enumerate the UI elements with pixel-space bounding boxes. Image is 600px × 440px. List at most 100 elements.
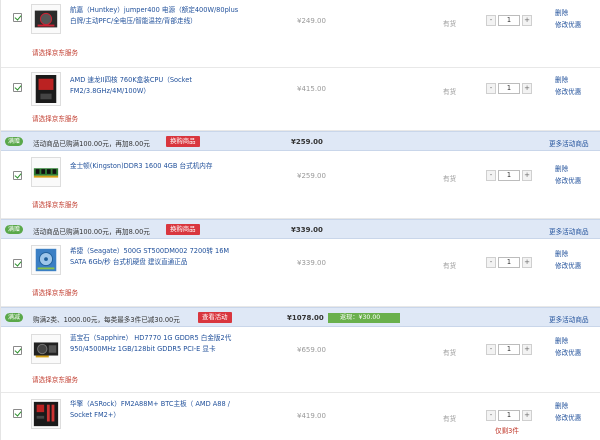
delete-link[interactable]: 删除	[555, 400, 595, 412]
item-checkbox[interactable]	[13, 346, 22, 355]
cpu-box-icon[interactable]	[31, 72, 61, 106]
quantity-stepper: - 1 +	[486, 83, 532, 94]
quantity-minus-button[interactable]: -	[486, 410, 496, 421]
delete-link[interactable]: 删除	[555, 7, 595, 19]
item-price: ¥419.00	[297, 412, 326, 420]
edit-discount-link[interactable]: 修改优惠	[555, 175, 595, 187]
delete-link[interactable]: 删除	[555, 248, 595, 260]
item-price: ¥259.00	[297, 172, 326, 180]
stock-status: 有货	[443, 88, 457, 96]
item-checkbox[interactable]	[13, 13, 22, 22]
motherboard-icon[interactable]	[31, 399, 61, 429]
delete-link[interactable]: 删除	[555, 335, 595, 347]
item-name[interactable]: AMD 速龙II四核 760K盒装CPU（Socket FM2/3.8GHz/4…	[70, 75, 242, 97]
item-checkbox[interactable]	[13, 83, 22, 92]
delete-link[interactable]: 删除	[555, 74, 595, 86]
promotion-bar: 满赠 活动商品已购满100.00元，再加8.00元 换购商品 ¥339.00 更…	[1, 219, 600, 239]
quantity-input[interactable]: 1	[498, 83, 520, 94]
promo-text: 活动商品已购满100.00元，再加8.00元	[33, 228, 150, 236]
item-name[interactable]: 希捷（Seagate）500G ST500DM002 7200转 16M SAT…	[70, 246, 242, 268]
stock-status: 有货	[443, 349, 457, 357]
jd-service-link[interactable]: 请选择京东服务	[32, 199, 78, 209]
jd-service-link[interactable]: 请选择京东服务	[32, 47, 78, 57]
quantity-input[interactable]: 1	[498, 410, 520, 421]
promo-tag: 满减	[5, 313, 24, 322]
quantity-plus-button[interactable]: +	[522, 257, 532, 268]
edit-discount-link[interactable]: 修改优惠	[555, 260, 595, 272]
quantity-plus-button[interactable]: +	[522, 15, 532, 26]
cart-item-hard-drive: 希捷（Seagate）500G ST500DM002 7200转 16M SAT…	[1, 239, 600, 307]
quantity-input[interactable]: 1	[498, 15, 520, 26]
item-checkbox[interactable]	[13, 171, 22, 180]
edit-discount-link[interactable]: 修改优惠	[555, 347, 595, 359]
quantity-plus-button[interactable]: +	[522, 410, 532, 421]
quantity-minus-button[interactable]: -	[486, 344, 496, 355]
quantity-stepper: - 1 +	[486, 15, 532, 26]
view-activity-button[interactable]: 查看活动	[198, 312, 232, 323]
item-name[interactable]: 航嘉（Huntkey）jumper400 电源（额定400W/80plus白牌/…	[70, 5, 242, 27]
item-actions: 删除 修改优惠	[555, 248, 595, 272]
promotion-bar: 满赠 活动商品已购满100.00元，再加8.00元 换购商品 ¥259.00 更…	[1, 131, 600, 151]
item-actions: 删除 修改优惠	[555, 7, 595, 31]
quantity-stepper: - 1 +	[486, 344, 532, 355]
hard-drive-icon[interactable]	[31, 245, 61, 275]
cart-item-memory: 金士顿(Kingston)DDR3 1600 4GB 台式机内存 请选择京东服务…	[1, 151, 600, 219]
quantity-input[interactable]: 1	[498, 170, 520, 181]
jd-service-link[interactable]: 请选择京东服务	[32, 113, 78, 123]
power-supply-icon[interactable]	[31, 4, 61, 34]
item-price: ¥249.00	[297, 17, 326, 25]
more-promo-items-link[interactable]: 更多活动商品	[549, 314, 589, 324]
edit-discount-link[interactable]: 修改优惠	[555, 86, 595, 98]
item-price: ¥415.00	[297, 85, 326, 93]
quantity-plus-button[interactable]: +	[522, 83, 532, 94]
quantity-minus-button[interactable]: -	[486, 257, 496, 268]
quantity-minus-button[interactable]: -	[486, 83, 496, 94]
promo-text: 活动商品已购满100.00元，再加8.00元	[33, 140, 150, 148]
item-name[interactable]: 金士顿(Kingston)DDR3 1600 4GB 台式机内存	[70, 161, 242, 172]
stock-status: 有货	[443, 20, 457, 28]
item-actions: 删除 修改优惠	[555, 400, 595, 424]
promo-text: 购满2类、1000.00元，每类最多3件已减30.00元	[33, 316, 180, 324]
edit-discount-link[interactable]: 修改优惠	[555, 19, 595, 31]
promo-total: ¥339.00	[291, 226, 323, 234]
quantity-stepper: - 1 +	[486, 257, 532, 268]
cart-item-power-supply: 航嘉（Huntkey）jumper400 电源（额定400W/80plus白牌/…	[1, 0, 600, 68]
item-checkbox[interactable]	[13, 409, 22, 418]
item-actions: 删除 修改优惠	[555, 335, 595, 359]
jd-service-link[interactable]: 请选择京东服务	[32, 374, 78, 384]
quantity-minus-button[interactable]: -	[486, 15, 496, 26]
stock-status: 有货	[443, 175, 457, 183]
promo-tag: 满赠	[5, 137, 24, 146]
item-actions: 删除 修改优惠	[555, 163, 595, 187]
promo-total: ¥259.00	[291, 138, 323, 146]
stock-limit-note: 仅剩3件	[495, 427, 519, 435]
shopping-cart-list: 航嘉（Huntkey）jumper400 电源（额定400W/80plus白牌/…	[0, 0, 600, 440]
cart-item-cpu: AMD 速龙II四核 760K盒装CPU（Socket FM2/3.8GHz/4…	[1, 68, 600, 131]
promo-tag: 满赠	[5, 225, 24, 234]
item-price: ¥339.00	[297, 259, 326, 267]
item-name[interactable]: 华擎（ASRock）FM2A88M+ BTC主板（ AMD A88 / Sock…	[70, 399, 242, 421]
exchange-goods-button[interactable]: 换购商品	[166, 224, 200, 235]
promotion-bar: 满减 购满2类、1000.00元，每类最多3件已减30.00元 查看活动 ¥10…	[1, 307, 600, 327]
exchange-goods-button[interactable]: 换购商品	[166, 136, 200, 147]
jd-service-link[interactable]: 请选择京东服务	[32, 287, 78, 297]
quantity-plus-button[interactable]: +	[522, 344, 532, 355]
graphics-card-icon[interactable]	[31, 334, 61, 364]
item-checkbox[interactable]	[13, 259, 22, 268]
cashback-badge: 返现：¥30.00	[328, 313, 400, 323]
stock-status: 有货	[443, 262, 457, 270]
delete-link[interactable]: 删除	[555, 163, 595, 175]
quantity-stepper: - 1 +	[486, 410, 532, 421]
more-promo-items-link[interactable]: 更多活动商品	[549, 226, 589, 236]
item-name[interactable]: 蓝宝石（Sapphire） HD7770 1G GDDR5 白金版2代 950/…	[70, 333, 242, 355]
quantity-minus-button[interactable]: -	[486, 170, 496, 181]
edit-discount-link[interactable]: 修改优惠	[555, 412, 595, 424]
quantity-input[interactable]: 1	[498, 344, 520, 355]
cart-item-graphics-card: 蓝宝石（Sapphire） HD7770 1G GDDR5 白金版2代 950/…	[1, 327, 600, 393]
quantity-input[interactable]: 1	[498, 257, 520, 268]
quantity-stepper: - 1 +	[486, 170, 532, 181]
memory-stick-icon[interactable]	[31, 157, 61, 187]
promo-total: ¥1078.00	[287, 314, 324, 322]
more-promo-items-link[interactable]: 更多活动商品	[549, 138, 589, 148]
quantity-plus-button[interactable]: +	[522, 170, 532, 181]
